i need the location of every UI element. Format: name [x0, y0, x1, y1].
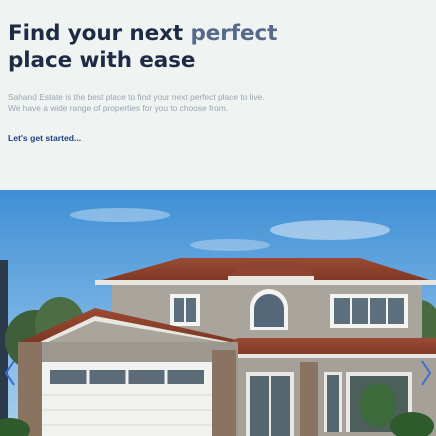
hero-section: Find your next perfect place with ease S… [8, 20, 428, 114]
carousel-next-button[interactable] [419, 358, 433, 388]
headline-part2: place with ease [8, 48, 196, 73]
headline-accent: perfect [190, 21, 278, 46]
description-line2: We have a wide range of properties for y… [8, 103, 229, 113]
headline-part1: Find your next [8, 21, 191, 46]
hero-description: Sahand Estate is the best place to find … [8, 92, 308, 114]
hero-headline: Find your next perfect place with ease [8, 20, 428, 74]
house-photo [0, 190, 436, 436]
carousel-prev-button[interactable] [3, 358, 17, 388]
chevron-left-icon [4, 360, 15, 386]
chevron-right-icon [421, 360, 432, 386]
description-line1: Sahand Estate is the best place to find … [8, 92, 265, 102]
listing-carousel[interactable] [0, 190, 436, 436]
get-started-link[interactable]: Let's get started... [8, 133, 81, 143]
